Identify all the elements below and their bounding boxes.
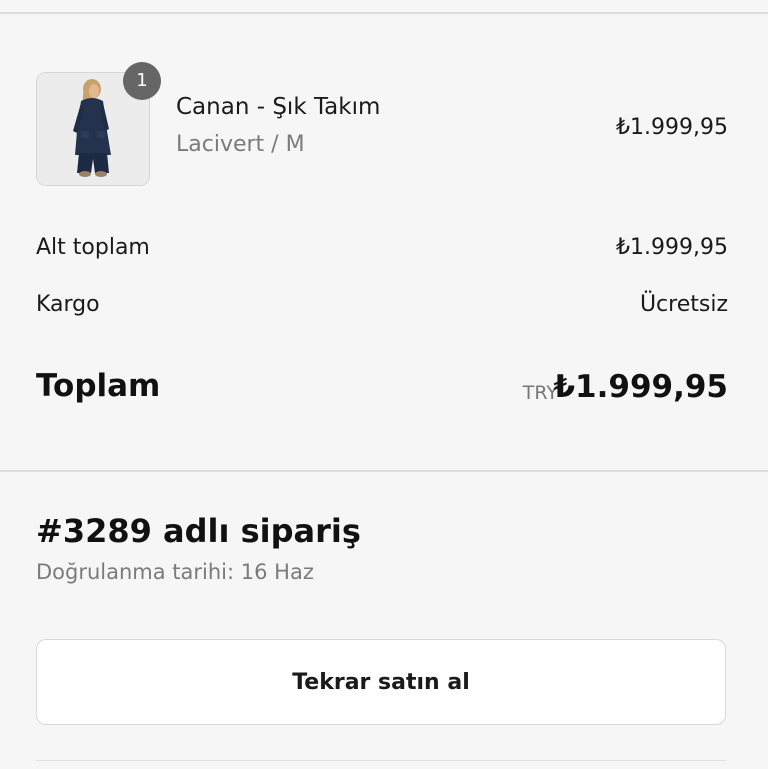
total-value: ₺1.999,95 [553, 369, 728, 405]
line-item: 1 Canan - Şık Takım Lacivert / M ₺1.999,… [36, 62, 728, 186]
product-thumbnail[interactable]: 1 [36, 62, 161, 186]
subtotal-value: ₺1.999,95 [616, 235, 728, 260]
product-price: ₺1.999,95 [616, 115, 728, 140]
subtotal-row: Alt toplam ₺1.999,95 [36, 235, 728, 267]
order-confirmation-date: Doğrulanma tarihi: 16 Haz [36, 560, 314, 584]
product-variant: Lacivert / M [176, 132, 305, 157]
shipping-row: Kargo Ücretsiz [36, 292, 728, 324]
rebuy-button[interactable]: Tekrar satın al [36, 639, 726, 725]
order-title: #3289 adlı sipariş [36, 512, 361, 550]
subtotal-label: Alt toplam [36, 235, 150, 260]
shipping-value: Ücretsiz [639, 292, 728, 317]
total-label: Toplam [36, 368, 161, 404]
product-name: Canan - Şık Takım [176, 94, 381, 120]
shipping-label: Kargo [36, 292, 100, 317]
section-divider [0, 470, 768, 472]
total-row: Toplam TRY ₺1.999,95 [36, 368, 728, 412]
quantity-badge: 1 [123, 62, 161, 100]
top-divider [0, 12, 768, 14]
